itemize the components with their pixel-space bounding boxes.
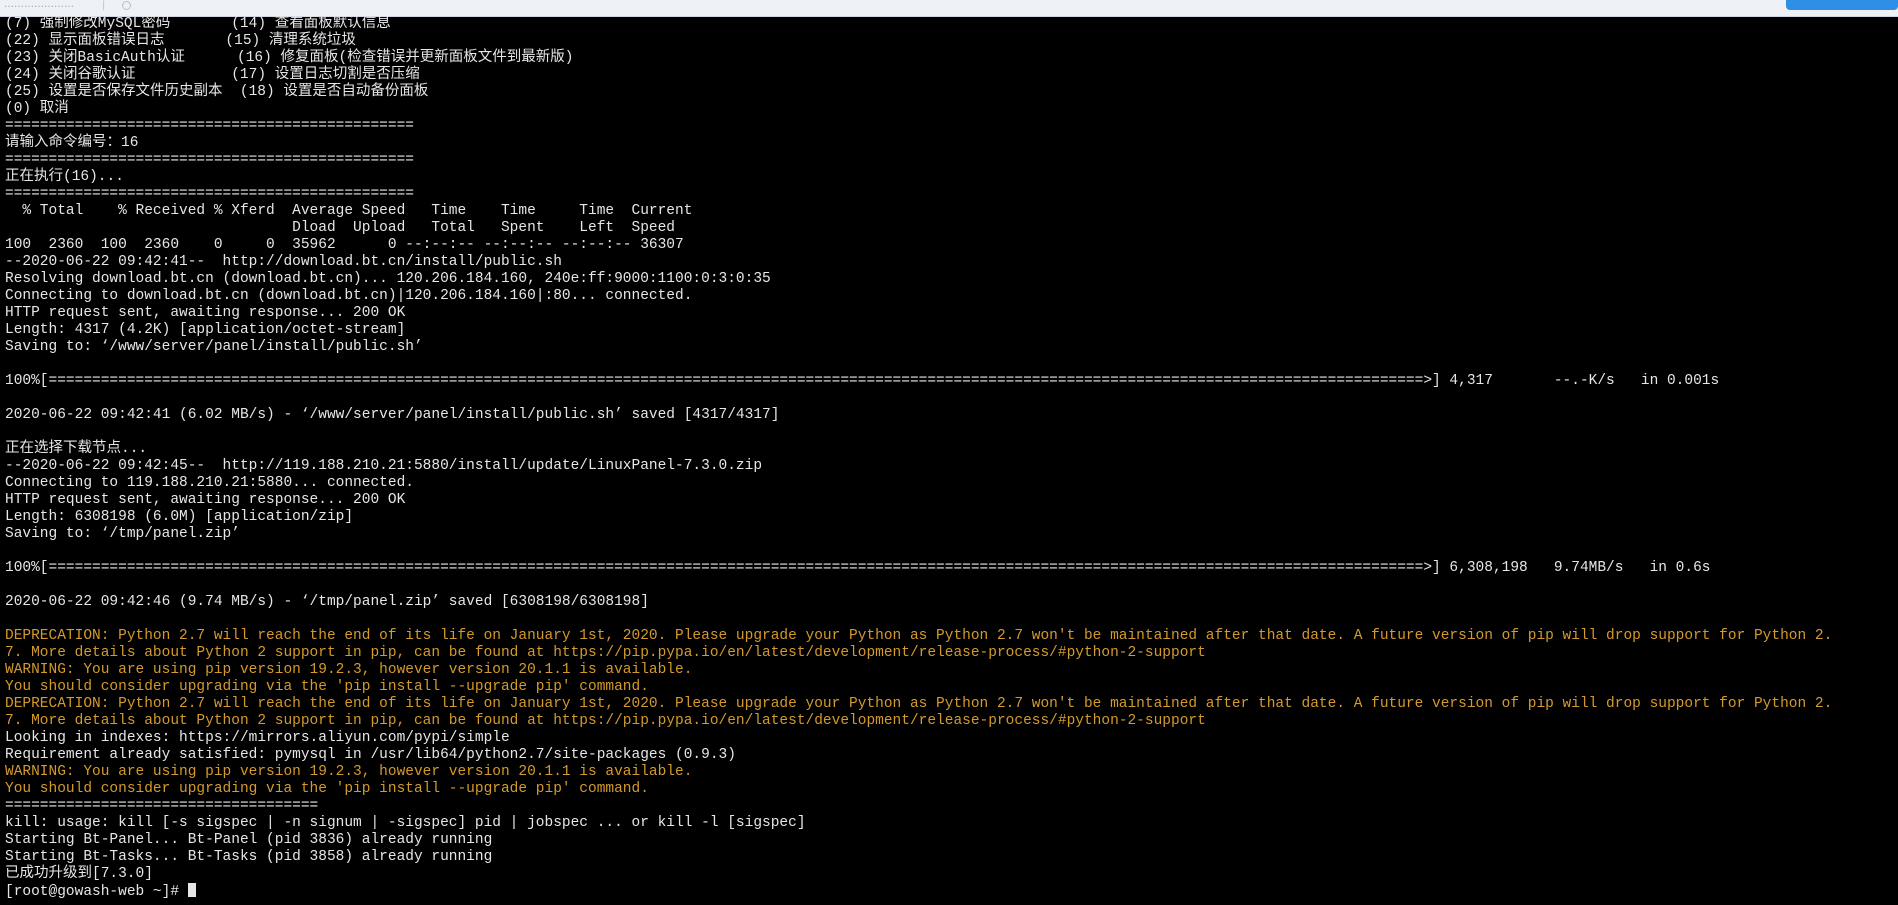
terminal-warning-line: 7. More details about Python 2 support i…	[5, 713, 1206, 729]
terminal-line: Starting Bt-Panel... Bt-Panel (pid 3836)…	[5, 832, 493, 848]
terminal-output[interactable]: (7) 强制修改MySQL密码 (14) 查看面板默认信息 (22) 显示面板错误…	[5, 16, 1898, 905]
terminal-line: Dload Upload Total Spent Left Speed	[5, 220, 676, 236]
terminal-line: Length: 6308198 (6.0M) [application/zip]	[5, 509, 354, 525]
terminal-line: HTTP request sent, awaiting response... …	[5, 492, 406, 508]
terminal-warning-line: DEPRECATION: Python 2.7 will reach the e…	[5, 696, 1833, 712]
terminal-line: (22) 显示面板错误日志 (15) 清理系统垃圾	[5, 33, 356, 49]
terminal-line: (0) 取消	[5, 101, 69, 117]
terminal-line: (24) 关闭谷歌认证 (17) 设置日志切割是否压缩	[5, 67, 420, 83]
terminal-warning-line: 7. More details about Python 2 support i…	[5, 645, 1206, 661]
terminal-line: Looking in indexes: https://mirrors.aliy…	[5, 730, 510, 746]
terminal-line: ====================================	[5, 798, 319, 814]
terminal-line: Connecting to download.bt.cn (download.b…	[5, 288, 693, 304]
terminal-line: 100%[===================================…	[5, 373, 1720, 389]
terminal-line: --2020-06-22 09:42:41-- http://download.…	[5, 254, 562, 270]
terminal-warning-line: You should consider upgrading via the 'p…	[5, 781, 649, 797]
terminal-line: ========================================…	[5, 118, 414, 134]
browser-tab-title[interactable]: …………………	[4, 0, 74, 10]
terminal-line: Requirement already satisfied: pymysql i…	[5, 747, 736, 763]
terminal-line: 请输入命令编号：16	[5, 135, 139, 151]
terminal-warning-line: WARNING: You are using pip version 19.2.…	[5, 764, 693, 780]
terminal-line: Saving to: ‘/tmp/panel.zip’	[5, 526, 240, 542]
tab-separator: |	[102, 0, 106, 11]
terminal-warning-line: DEPRECATION: Python 2.7 will reach the e…	[5, 628, 1833, 644]
terminal-line: HTTP request sent, awaiting response... …	[5, 305, 406, 321]
terminal-line: 正在执行(16)...	[5, 169, 124, 185]
tab-status-icon	[122, 1, 131, 10]
terminal-line: Length: 4317 (4.2K) [application/octet-s…	[5, 322, 406, 338]
terminal-line: % Total % Received % Xferd Average Speed…	[5, 203, 693, 219]
terminal-line: (23) 关闭BasicAuth认证 (16) 修复面板(检查错误并更新面板文件…	[5, 50, 574, 66]
corner-action-button[interactable]	[1786, 0, 1898, 10]
terminal-line: --2020-06-22 09:42:45-- http://119.188.2…	[5, 458, 763, 474]
shell-prompt: [root@gowash-web ~]#	[5, 884, 188, 900]
terminal-warning-line: WARNING: You are using pip version 19.2.…	[5, 662, 693, 678]
terminal-line: (25) 设置是否保存文件历史副本 (18) 设置是否自动备份面板	[5, 84, 429, 100]
terminal-line: 2020-06-22 09:42:41 (6.02 MB/s) - ‘/www/…	[5, 407, 780, 423]
terminal-line: ========================================…	[5, 152, 414, 168]
terminal-line: kill: usage: kill [-s sigspec | -n signu…	[5, 815, 806, 831]
terminal-line: Connecting to 119.188.210.21:5880... con…	[5, 475, 414, 491]
terminal-line: (7) 强制修改MySQL密码 (14) 查看面板默认信息	[5, 16, 391, 32]
terminal-line: Resolving download.bt.cn (download.bt.cn…	[5, 271, 771, 287]
terminal-line: ========================================…	[5, 186, 414, 202]
terminal-prompt-line[interactable]: [root@gowash-web ~]#	[5, 883, 1898, 900]
terminal-line: 100 2360 100 2360 0 0 35962 0 --:--:-- -…	[5, 237, 684, 253]
browser-topbar: ………………… |	[0, 0, 1898, 17]
text-cursor	[187, 883, 196, 897]
terminal-line: 100%[===================================…	[5, 560, 1711, 576]
terminal-line: Saving to: ‘/www/server/panel/install/pu…	[5, 339, 423, 355]
terminal-line: 正在选择下载节点...	[5, 441, 148, 457]
terminal-warning-line: You should consider upgrading via the 'p…	[5, 679, 649, 695]
terminal-line: 2020-06-22 09:42:46 (9.74 MB/s) - ‘/tmp/…	[5, 594, 649, 610]
terminal-line: 已成功升级到[7.3.0]	[5, 866, 153, 882]
terminal-line: Starting Bt-Tasks... Bt-Tasks (pid 3858)…	[5, 849, 493, 865]
